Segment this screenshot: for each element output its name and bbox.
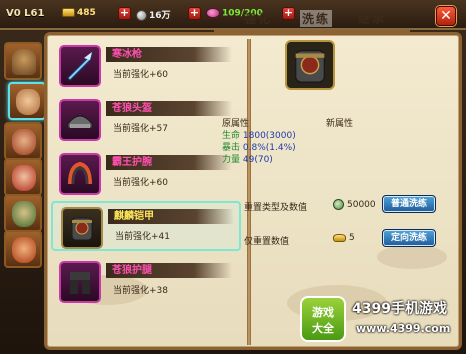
item-name: 麒麟铠甲 — [108, 209, 234, 224]
spear-icon — [67, 52, 93, 81]
panel-divider — [247, 39, 251, 345]
gold-ingot-icon — [62, 8, 75, 17]
tab-hero-3[interactable] — [4, 158, 42, 196]
equipment-slot — [59, 45, 101, 87]
tab-strengthen[interactable]: 强化 — [244, 10, 272, 27]
new-attributes-header: 新属性 — [326, 119, 354, 129]
logo-bottom-text: 大全 — [312, 322, 334, 335]
add-coin-button[interactable]: + — [188, 7, 201, 20]
item-strengthen-level: 当前强化+57 — [113, 124, 168, 134]
close-button[interactable]: ✕ — [436, 6, 456, 26]
reset-value-cost-value: 5 — [349, 233, 355, 243]
hero-portrait-icon — [16, 89, 40, 115]
helmet-icon — [67, 115, 93, 129]
normal-refine-button[interactable]: 普通洗练 — [382, 195, 436, 213]
item-strengthen-level: 当前强化+41 — [115, 232, 170, 242]
tab-refine[interactable]: 洗练 — [300, 10, 333, 27]
reset-all-label: 重置类型及数值 — [244, 203, 308, 213]
game-logo: 游戏 大全 — [300, 296, 346, 342]
tab-underline — [214, 30, 410, 32]
reset-all-cost-value: 50000 — [347, 200, 376, 210]
equipment-slot — [59, 153, 101, 195]
equipment-item[interactable]: 苍狼头盔 当前强化+57 — [51, 95, 241, 145]
game-screen: V0 L61 485 + 16万 + 109/200 + ✕ 寒冰枪 当前强化+… — [0, 0, 466, 354]
equipment-item[interactable]: 霸王护腕 当前强化+60 — [51, 149, 241, 199]
selected-equipment-slot — [285, 40, 335, 90]
attribute-row: 力量 49(70) — [222, 152, 273, 165]
watermark-url: www.4399.com — [356, 322, 451, 335]
add-gold-button[interactable]: + — [118, 7, 131, 20]
hero-portrait-icon — [12, 165, 36, 191]
jade-coin-icon — [333, 199, 344, 210]
item-name: 霸王护腕 — [106, 155, 232, 170]
attribute-label: 力量 — [222, 155, 241, 165]
leggings-icon — [70, 272, 90, 294]
item-name: 苍狼护腿 — [106, 263, 232, 278]
coin-value: 16万 — [149, 11, 171, 21]
gold-value: 485 — [77, 8, 96, 18]
coin-icon — [136, 10, 147, 21]
tab-hero-2[interactable] — [4, 122, 42, 160]
armor-icon — [294, 49, 326, 83]
equipment-item[interactable]: 寒冰枪 当前强化+60 — [51, 41, 241, 91]
gold-ingot-icon — [333, 233, 346, 242]
stamina-icon — [206, 8, 220, 18]
hero-portrait-icon — [12, 237, 36, 263]
item-name: 寒冰枪 — [106, 47, 232, 62]
watermark: 游戏 大全 4399手机游戏 www.4399.com — [300, 296, 460, 342]
gold-stat: 485 — [62, 8, 96, 18]
reset-all-cost: 50000 — [333, 199, 376, 210]
reset-value-cost: 5 — [333, 233, 355, 243]
directed-refine-button[interactable]: 定向洗练 — [382, 229, 436, 247]
armor-icon — [71, 217, 93, 241]
item-strengthen-level: 当前强化+60 — [113, 178, 168, 188]
tab-hero-5[interactable] — [4, 230, 42, 268]
hero-portrait-icon — [12, 129, 36, 155]
equipment-slot — [59, 99, 101, 141]
reset-value-label: 仅重置数值 — [244, 237, 290, 247]
tab-hero-1[interactable] — [8, 82, 46, 120]
coin-stat: 16万 — [136, 8, 171, 21]
attribute-value: 49(70) — [242, 155, 273, 165]
item-strengthen-level: 当前强化+60 — [113, 70, 168, 80]
hero-tab-column — [4, 36, 46, 336]
tab-bag[interactable] — [4, 42, 42, 80]
logo-top-text: 游戏 — [312, 306, 334, 319]
equipment-item-selected[interactable]: 麒麟铠甲 当前强化+41 — [51, 201, 241, 251]
bracer-icon — [68, 161, 92, 185]
equipment-item[interactable]: 苍狼护腿 当前强化+38 — [51, 257, 241, 307]
equipment-slot — [59, 261, 101, 303]
tab-hero-4[interactable] — [4, 194, 42, 232]
bag-icon — [12, 49, 36, 75]
hero-portrait-icon — [12, 201, 36, 227]
equipment-slot — [61, 207, 103, 249]
item-name: 苍狼头盔 — [106, 101, 232, 116]
item-strengthen-level: 当前强化+38 — [113, 286, 168, 296]
refine-tabs: 强化 洗练 继承 — [222, 10, 412, 27]
vip-level-label: V0 L61 — [6, 8, 45, 19]
tab-inherit[interactable]: 继承 — [358, 10, 386, 27]
watermark-title: 4399手机游戏 — [352, 301, 447, 317]
cloud-decoration — [377, 245, 447, 269]
